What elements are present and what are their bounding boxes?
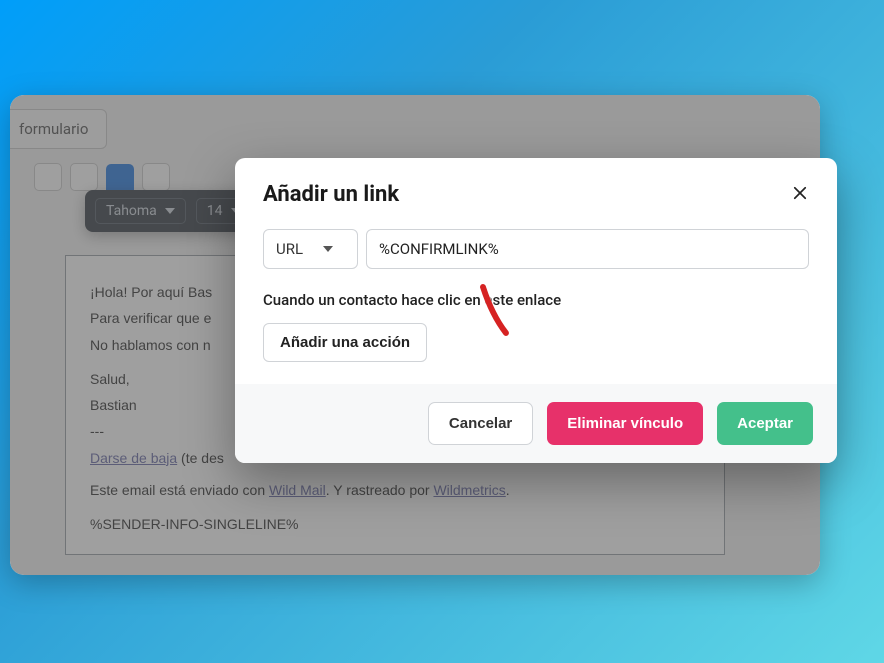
add-link-modal: Añadir un link URL Cuando un contacto ha…: [235, 158, 837, 463]
add-action-button[interactable]: Añadir una acción: [263, 323, 427, 362]
remove-link-button[interactable]: Eliminar vínculo: [547, 402, 703, 445]
link-url-input[interactable]: [366, 229, 809, 269]
link-type-label: URL: [276, 240, 303, 258]
click-hint-text: Cuando un contacto hace clic en este enl…: [263, 291, 809, 309]
close-icon[interactable]: [791, 184, 809, 206]
accept-button[interactable]: Aceptar: [717, 402, 813, 445]
link-type-select[interactable]: URL: [263, 229, 358, 269]
modal-title: Añadir un link: [263, 182, 399, 207]
chevron-down-icon: [323, 246, 333, 252]
cancel-button[interactable]: Cancelar: [428, 402, 533, 445]
